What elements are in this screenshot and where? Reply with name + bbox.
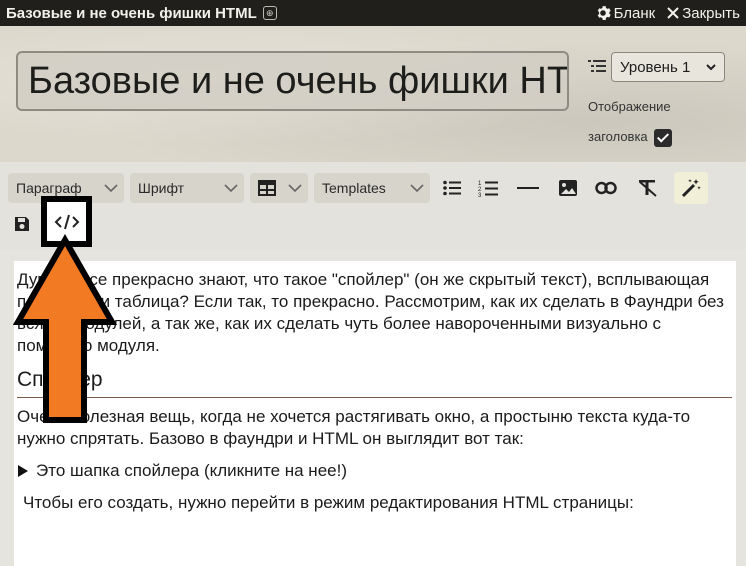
heading-level-select[interactable]: Уровень 1 bbox=[611, 52, 725, 82]
source-code-icon bbox=[54, 214, 79, 229]
spoiler-summary: Это шапка спойлера (кликните на нее!) bbox=[36, 461, 347, 480]
chevron-down-icon bbox=[410, 184, 424, 192]
close-button-label: Закрыть bbox=[682, 4, 740, 22]
sheet-button-label: Бланк bbox=[613, 4, 656, 22]
chevron-down-icon bbox=[224, 184, 238, 192]
insert-image-button[interactable] bbox=[554, 175, 582, 201]
numbered-list-button[interactable]: 123 bbox=[474, 175, 502, 201]
table-icon bbox=[258, 180, 276, 196]
window-title: Базовые и не очень фишки HTML bbox=[6, 4, 257, 22]
display-heading-label: Отображение заголовка bbox=[588, 92, 738, 152]
table-dropdown[interactable] bbox=[250, 173, 308, 203]
link-icon bbox=[595, 181, 617, 195]
disclosure-triangle-icon bbox=[18, 465, 28, 477]
numbered-list-icon: 123 bbox=[478, 181, 498, 197]
spoiler-details[interactable]: Это шапка спойлера (кликните на нее!) bbox=[18, 460, 732, 482]
bullet-list-icon bbox=[443, 180, 461, 196]
section-heading: Спойлер bbox=[17, 367, 732, 398]
heading-level-value: Уровень 1 bbox=[620, 58, 691, 76]
instructions-paragraph: Чтобы его создать, нужно перейти в режим… bbox=[23, 493, 634, 512]
chevron-down-icon bbox=[288, 184, 302, 192]
editor-content[interactable]: Думаю, все прекрасно знают, что такое "с… bbox=[14, 261, 736, 566]
gear-icon bbox=[597, 6, 611, 20]
journal-header: Базовые и не очень фишки HTML Уровень 1 … bbox=[0, 26, 746, 162]
magic-wand-icon bbox=[681, 179, 701, 198]
magic-wand-button[interactable] bbox=[674, 172, 708, 204]
save-icon bbox=[15, 217, 29, 231]
svg-text:3: 3 bbox=[478, 193, 482, 197]
clear-format-button[interactable] bbox=[634, 175, 662, 201]
heading-level-area: Уровень 1 Отображение заголовка bbox=[588, 52, 738, 152]
clear-format-icon bbox=[639, 180, 657, 197]
display-heading-checkbox[interactable] bbox=[653, 128, 672, 147]
window-titlebar: Базовые и не очень фишки HTML ⊕ Бланк За… bbox=[0, 0, 746, 26]
page-title-input[interactable]: Базовые и не очень фишки HTML bbox=[16, 51, 569, 111]
close-icon bbox=[667, 7, 679, 19]
source-code-button[interactable] bbox=[41, 196, 92, 247]
sheet-button[interactable]: Бланк bbox=[595, 4, 656, 22]
insert-link-button[interactable] bbox=[592, 175, 620, 201]
horizontal-rule-icon bbox=[517, 187, 539, 189]
chevron-down-icon bbox=[104, 184, 118, 192]
close-button[interactable]: Закрыть bbox=[667, 5, 740, 22]
editor-toolbar: Параграф Шрифт Templates 123 bbox=[0, 162, 746, 250]
save-button[interactable] bbox=[8, 211, 36, 237]
image-icon bbox=[559, 180, 577, 196]
globe-icon: ⊕ bbox=[262, 6, 277, 20]
bullet-list-button[interactable] bbox=[438, 175, 466, 201]
templates-dropdown[interactable]: Templates bbox=[314, 173, 430, 203]
horizontal-rule-button[interactable] bbox=[514, 175, 542, 201]
heading-list-icon bbox=[588, 60, 606, 72]
intro-paragraph: Думаю, все прекрасно знают, что такое "с… bbox=[17, 270, 724, 355]
font-dropdown[interactable]: Шрифт bbox=[130, 173, 244, 203]
spoiler-description: Очень полезная вещь, когда не хочется ра… bbox=[17, 407, 691, 448]
chevron-down-icon bbox=[706, 63, 716, 70]
